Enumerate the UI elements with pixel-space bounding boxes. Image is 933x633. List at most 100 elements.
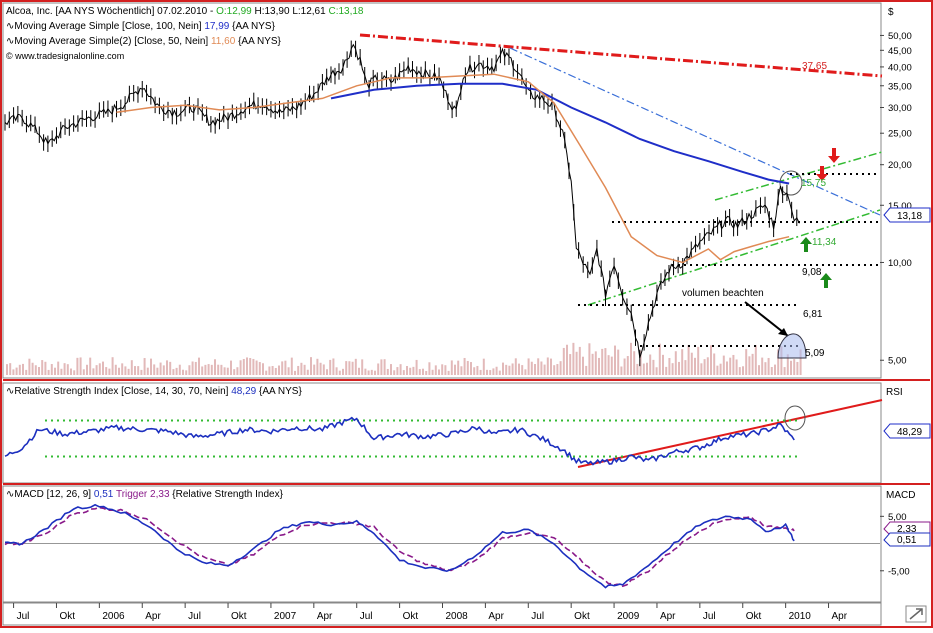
volume-bar <box>371 370 373 375</box>
volume-bar <box>572 343 574 375</box>
volume-bar <box>300 363 302 375</box>
volume-bar <box>268 366 270 375</box>
volume-bar <box>633 351 635 375</box>
price-tick-label: 35,00 <box>888 81 912 92</box>
volume-bar <box>560 361 562 375</box>
volume-bar <box>329 360 331 375</box>
volume-bar <box>448 371 450 375</box>
volume-bar <box>358 368 360 375</box>
volume-bar <box>732 355 734 375</box>
volume-bar <box>326 369 328 375</box>
volume-bar <box>144 358 146 375</box>
scroll-arrow-icon[interactable] <box>906 606 926 622</box>
volume-bar <box>272 366 274 375</box>
price-tick-label: 25,00 <box>888 129 912 140</box>
volume-bar <box>697 347 699 375</box>
volume-bar <box>316 359 318 375</box>
time-tick-label: Apr <box>832 611 848 622</box>
volume-bar <box>243 359 245 375</box>
time-tick-label: Apr <box>317 611 333 622</box>
volume-bar <box>524 369 526 375</box>
volume-bar <box>230 361 232 375</box>
time-tick-label: Jul <box>360 611 373 622</box>
volume-bar <box>553 365 555 375</box>
volume-bar <box>537 358 539 375</box>
volume-bar <box>793 359 795 375</box>
volume-bar <box>131 360 133 375</box>
volume-bar <box>393 370 395 375</box>
volume-bar <box>435 365 437 375</box>
volume-bar <box>483 359 485 375</box>
volume-bar <box>51 364 53 375</box>
volume-bar <box>713 353 715 375</box>
volume-bar <box>204 365 206 375</box>
volume-bar <box>339 371 341 375</box>
volume-bar <box>624 359 626 375</box>
volume-bar <box>460 366 462 375</box>
volume-bar <box>675 351 677 375</box>
volume-bar <box>262 363 264 375</box>
volume-bar <box>790 361 792 375</box>
volume-bar <box>169 362 171 375</box>
volume-bar <box>540 362 542 375</box>
volume-bar <box>403 370 405 375</box>
rsi-current-label: 48,29 <box>897 427 922 438</box>
volume-bar <box>416 360 418 375</box>
volume-bar <box>588 343 590 375</box>
volume-bar <box>54 368 56 375</box>
volume-bar <box>70 369 72 375</box>
volume-bar <box>156 368 158 375</box>
volume-bar <box>108 369 110 375</box>
volume-bar <box>179 365 181 375</box>
volume-bar <box>294 371 296 375</box>
volume-bar <box>547 357 549 375</box>
volume-bar <box>220 365 222 375</box>
macd-tick-label: 5,00 <box>888 512 907 523</box>
time-tick-label: Okt <box>574 611 590 622</box>
volume-bar <box>441 364 443 375</box>
volume-bar <box>710 345 712 375</box>
volume-bar <box>432 370 434 375</box>
volume-bar <box>579 347 581 375</box>
volume-bar <box>694 358 696 375</box>
volume-bar <box>515 358 517 375</box>
time-tick-label: Apr <box>145 611 161 622</box>
level-label-37: 37,65 <box>802 61 827 72</box>
chart-canvas: 50,0045,0040,0035,0030,0025,0020,0015,00… <box>0 0 933 628</box>
volume-bar <box>672 363 674 375</box>
current-price-label: 13,18 <box>897 211 922 222</box>
price-tick-label: 50,00 <box>888 31 912 42</box>
volume-bar <box>345 361 347 375</box>
time-tick-label: Okt <box>59 611 75 622</box>
volume-bar <box>332 358 334 375</box>
volume-bar <box>726 361 728 375</box>
volume-bar <box>166 360 168 375</box>
volume-bar <box>739 367 741 375</box>
time-tick-label: Okt <box>403 611 419 622</box>
volume-bar <box>636 364 638 375</box>
level-label-11: 11,34 <box>812 237 837 248</box>
time-tick-label: Jul <box>17 611 30 622</box>
volume-bar <box>89 358 91 375</box>
macd-current-label: 0,51 <box>897 535 917 546</box>
time-tick-label: Apr <box>660 611 676 622</box>
volume-bar <box>476 366 478 375</box>
volume-bar <box>755 345 757 375</box>
volume-bar <box>307 370 309 375</box>
volume-bar <box>320 363 322 375</box>
volume-bar <box>112 357 114 375</box>
volume-bar <box>377 363 379 375</box>
volume-bar <box>67 364 69 375</box>
volume-bar <box>428 362 430 375</box>
volume-bar <box>512 363 514 375</box>
price-tick-label: 20,00 <box>888 160 912 171</box>
volume-bar <box>246 357 248 375</box>
volume-bar <box>496 367 498 375</box>
volume-bar <box>742 366 744 375</box>
volume-bar <box>224 367 226 375</box>
volume-bar <box>192 361 194 375</box>
volume-bar <box>304 365 306 375</box>
time-tick-label: 2010 <box>789 611 812 622</box>
volume-bar <box>208 364 210 375</box>
volume-bar <box>128 369 130 375</box>
